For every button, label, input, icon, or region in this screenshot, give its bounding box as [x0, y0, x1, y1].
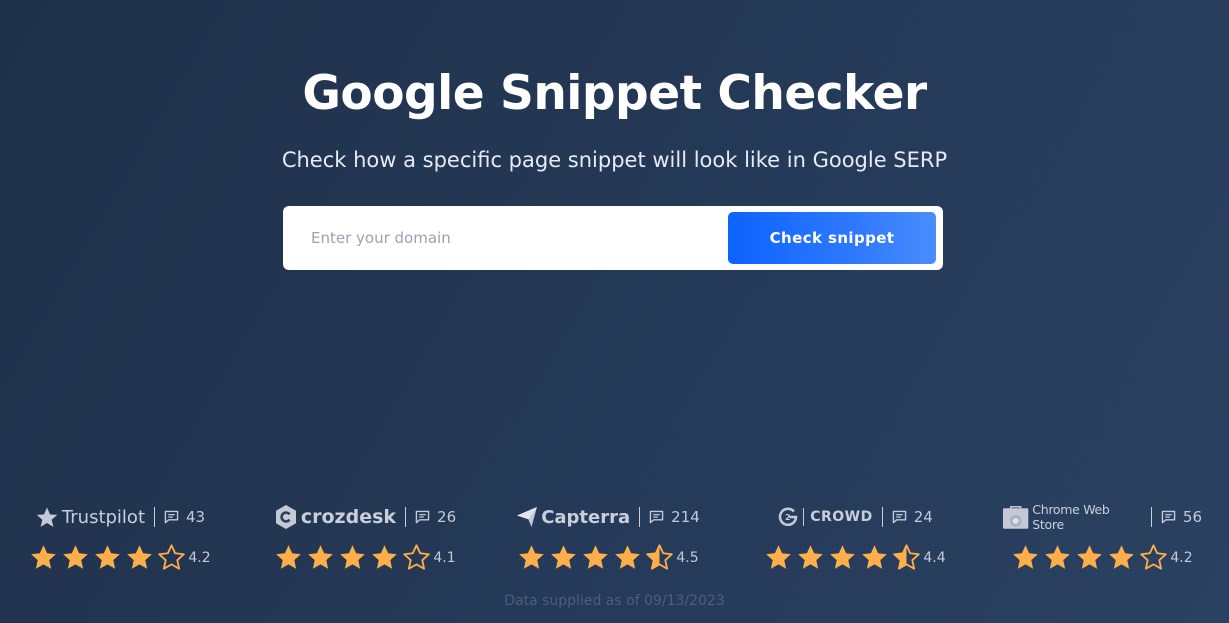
comment-icon — [164, 510, 179, 524]
star-half-icon — [646, 544, 674, 570]
review-capterra[interactable]: Capterra 214 4.5 — [508, 500, 708, 580]
rating-value: 4.1 — [433, 550, 456, 566]
brand-name: CROWD — [810, 509, 873, 525]
page-subtitle: Check how a specific page snippet will l… — [281, 148, 948, 172]
star-full-icon — [519, 545, 545, 569]
domain-search-form: Check snippet — [283, 206, 943, 270]
star-full-icon — [372, 545, 398, 569]
review-count-value: 43 — [186, 508, 206, 526]
crozdesk-logo-icon — [275, 505, 296, 529]
star-full-icon — [1077, 545, 1103, 569]
capterra-logo: Capterra — [516, 506, 630, 528]
page-title: Google Snippet Checker — [302, 66, 927, 121]
rating-value: 4.5 — [676, 550, 699, 566]
review-chrome-web-store[interactable]: Chrome Web Store 56 4.2 — [1002, 500, 1202, 580]
comment-icon — [1161, 510, 1176, 524]
review-count-value: 214 — [671, 508, 700, 526]
review-head: Chrome Web Store 56 — [1002, 502, 1202, 532]
review-head: 2 CROWD 24 — [755, 504, 955, 530]
divider — [154, 507, 155, 527]
star-full-icon — [551, 545, 577, 569]
brand-name: Chrome Web Store — [1032, 502, 1110, 532]
data-date-footnote: Data supplied as of 09/13/2023 — [504, 593, 725, 609]
star-empty-icon — [158, 544, 186, 570]
review-head: Trustpilot 43 — [20, 504, 220, 530]
comment-icon — [892, 510, 906, 524]
star-full-icon — [830, 545, 856, 569]
review-trustpilot[interactable]: Trustpilot 43 4.2 — [20, 500, 220, 580]
check-snippet-button[interactable]: Check snippet — [728, 212, 936, 264]
divider — [1150, 507, 1152, 527]
review-count-value: 26 — [437, 508, 457, 526]
chrome-web-store-icon — [1002, 505, 1029, 529]
brand-name: Capterra — [541, 506, 631, 528]
star-full-icon — [583, 545, 609, 569]
divider — [639, 507, 641, 527]
trustpilot-logo: Trustpilot — [35, 506, 145, 529]
review-head: crozdesk 26 — [265, 504, 465, 530]
review-count: 43 — [164, 508, 205, 526]
review-ratings: Trustpilot 43 4.2 crozdesk 26 4.1 Capter… — [0, 500, 1229, 580]
star-half-icon — [893, 544, 921, 570]
rating-value: 4.2 — [188, 550, 211, 566]
star-full-icon — [127, 545, 153, 569]
domain-input[interactable] — [295, 214, 715, 262]
star-full-icon — [31, 545, 57, 569]
divider — [881, 507, 883, 527]
star-full-icon — [766, 545, 792, 569]
star-empty-icon — [1140, 544, 1168, 570]
divider — [405, 507, 407, 527]
logo-divider — [803, 508, 805, 526]
review-count: 24 — [892, 508, 933, 526]
review-g2-crowd[interactable]: 2 CROWD 24 4.4 — [755, 500, 955, 580]
review-count-value: 24 — [913, 508, 933, 526]
star-full-icon — [276, 545, 302, 569]
rating-value: 4.2 — [1170, 550, 1193, 566]
review-count-value: 56 — [1182, 508, 1202, 526]
star-empty-icon — [403, 544, 431, 570]
star-full-icon — [308, 545, 334, 569]
review-crozdesk[interactable]: crozdesk 26 4.1 — [265, 500, 465, 580]
trustpilot-star-icon — [36, 506, 58, 527]
g2-crowd-logo: 2 CROWD — [777, 506, 873, 528]
star-full-icon — [95, 545, 121, 569]
comment-icon — [649, 510, 664, 524]
star-full-icon — [1109, 545, 1135, 569]
star-full-icon — [615, 545, 641, 569]
star-full-icon — [63, 545, 89, 569]
chrome-web-store-logo: Chrome Web Store — [1002, 502, 1142, 532]
rating-value: 4.4 — [923, 550, 946, 566]
star-rating: 4.4 — [755, 542, 955, 572]
brand-name: Trustpilot — [61, 506, 145, 528]
brand-name: crozdesk — [300, 506, 397, 528]
review-head: Capterra 214 — [508, 504, 708, 530]
star-full-icon — [798, 545, 824, 569]
star-rating: 4.1 — [265, 542, 465, 572]
star-full-icon — [1013, 545, 1039, 569]
star-full-icon — [340, 545, 366, 569]
review-count: 214 — [649, 508, 700, 526]
capterra-arrow-icon — [517, 507, 538, 527]
g2-logo-icon: 2 — [778, 507, 798, 527]
review-count: 26 — [415, 508, 456, 526]
star-full-icon — [1045, 545, 1071, 569]
star-rating: 4.2 — [1002, 542, 1202, 572]
star-full-icon — [862, 545, 888, 569]
svg-text:2: 2 — [785, 513, 791, 522]
star-rating: 4.5 — [508, 542, 708, 572]
crozdesk-logo: crozdesk — [274, 504, 396, 530]
review-count: 56 — [1161, 508, 1202, 526]
star-rating: 4.2 — [20, 542, 220, 572]
comment-icon — [415, 510, 430, 524]
